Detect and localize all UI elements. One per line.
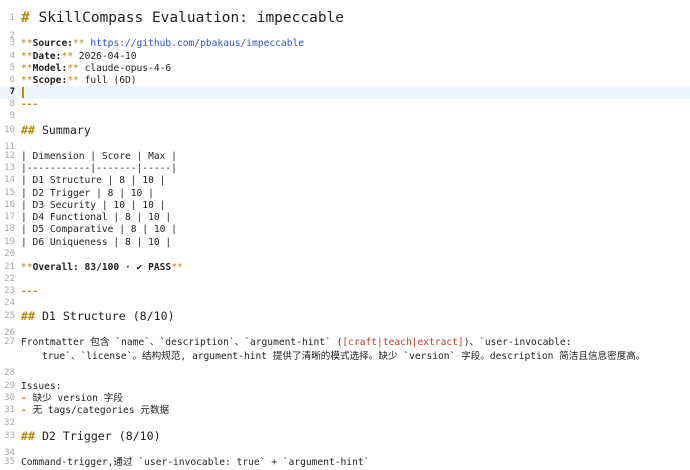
editor-line[interactable]: 25 ## D1 Structure (8/10) [0,309,690,324]
text: | D3 Security | 10 | 10 | [21,200,166,211]
editor-line[interactable]: 20 [0,248,690,261]
text: Command-trigger,通过 `user-invocable: true… [21,457,370,468]
horizontal-rule: --- [21,286,39,297]
editor-line[interactable]: 14 | D1 Structure | 8 | 10 | [0,174,690,187]
bold-marker: ** [61,51,74,62]
heading-marker: ## [21,123,42,137]
bold-marker: ** [73,38,85,49]
editor-line[interactable]: 3 **Source:** https://github.com/pbakaus/… [0,37,690,50]
list-item-text: 缺少 version 字段 [32,393,123,404]
editor-line[interactable]: 35 Command-trigger,通过 `user-invocable: tr… [0,456,690,469]
bold-marker: ** [21,63,33,74]
line-content-wrap: true`、`license`。结构规范, argument-hint 提供了清… [42,350,646,363]
bold-marker: ** [21,38,33,49]
line-number: 31 [4,405,15,415]
bold-marker: ** [67,75,79,86]
list-item-text: 无 tags/categories 元数据 [32,405,170,416]
text: Issues: [21,381,62,392]
text: | Dimension | Score | Max | [21,151,177,162]
line-content: ## D2 Trigger (8/10) [21,429,161,444]
heading-text: SkillCompass Evaluation: impeccable [38,10,345,26]
bold-marker: ** [21,75,33,86]
heading-marker: ## [21,429,42,443]
heading-marker: ## [21,309,42,323]
line-content: ## D1 Structure (8/10) [21,309,175,324]
line-number: 27 [4,337,15,347]
para-text: Frontmatter 包含 `name`、`description`、`arg… [21,337,343,348]
line-number: 10 [4,125,15,135]
heading-text: D1 Structure (8/10) [41,309,175,323]
editor-line[interactable]: 9 [0,110,690,123]
line-number: 28 [4,368,15,378]
meta-key: Model: [32,63,68,74]
overall-result: Overall: 83/100 · ✔ PASS [32,262,172,273]
bold-marker: ** [21,51,33,62]
line-number: 3 [9,38,15,48]
line-number: 9 [9,111,15,121]
bold-marker: ** [171,262,183,273]
line-content: | D1 Structure | 8 | 10 | [21,174,165,187]
bold-marker: ** [21,262,33,273]
meta-value: claude-opus-4-6 [84,63,172,74]
heading-text: Summary [41,123,91,137]
line-number: 1 [9,13,15,23]
meta-key: Date: [32,51,62,62]
horizontal-rule: --- [21,99,39,110]
line-content: **Source:** https://github.com/pbakaus/i… [21,37,304,50]
meta-value: 2026-04-10 [78,51,137,62]
meta-key: Source: [32,38,73,49]
para-text: )、`user-invocable: [463,337,572,348]
list-bullet: - [21,393,33,404]
editor-line[interactable]: 10 ## Summary [0,123,690,138]
bold-marker: ** [67,63,79,74]
text: | D2 Trigger | 8 | 10 | [21,188,154,199]
source-link: https://github.com/pbakaus/impeccable [90,38,305,49]
line-content: # SkillCompass Evaluation: impeccable [21,8,344,28]
editor-line[interactable]: 31- 无 tags/categories 元数据 [0,404,690,417]
editor-line[interactable]: 18 | D5 Comparative | 8 | 10 | [0,223,690,236]
meta-value: full (6D) [84,75,137,86]
editor-line[interactable]: 33 ## D2 Trigger (8/10) [0,429,690,444]
line-number: 25 [4,311,15,321]
para-text: true`、`license`。结构规范, argument-hint 提供了清… [42,351,646,362]
heading-text: D2 Trigger (8/10) [41,429,161,443]
line-number: 20 [4,249,15,259]
line-number: 35 [4,457,15,467]
editor-line[interactable]: 27 true`、`license`。结构规范, argument-hint 提供… [0,336,690,364]
editor-line[interactable]: 28 [0,367,690,380]
meta-key: Scope: [32,75,68,86]
mode-options: [craft|teach|extract] [342,337,464,348]
line-content: ## Summary [21,123,91,138]
text: | D1 Structure | 8 | 10 | [21,175,166,186]
line-content: - 无 tags/categories 元数据 [21,404,169,417]
text: |-----------|-------|-----| [21,163,177,174]
text: | D5 Comparative | 8 | 10 | [21,224,177,235]
line-number: 33 [4,431,15,441]
line-content: Command-trigger,通过 `user-invocable: true… [21,456,369,469]
text-caret [22,87,24,98]
text: | D6 Uniqueness | 8 | 10 | [21,237,172,248]
text: | D4 Functional | 8 | 10 | [21,212,172,223]
markdown-editor[interactable]: 1 # SkillCompass Evaluation: impeccable 2 3… [0,0,690,470]
line-number: 14 [4,175,15,185]
list-bullet: - [21,405,33,416]
heading-marker: # [21,10,39,26]
line-content: Frontmatter 包含 `name`、`description`、`arg… [21,336,572,349]
editor-line[interactable]: 1 # SkillCompass Evaluation: impeccable [0,8,690,28]
line-content: | D5 Comparative | 8 | 10 | [21,223,177,236]
line-number: 18 [4,224,15,234]
